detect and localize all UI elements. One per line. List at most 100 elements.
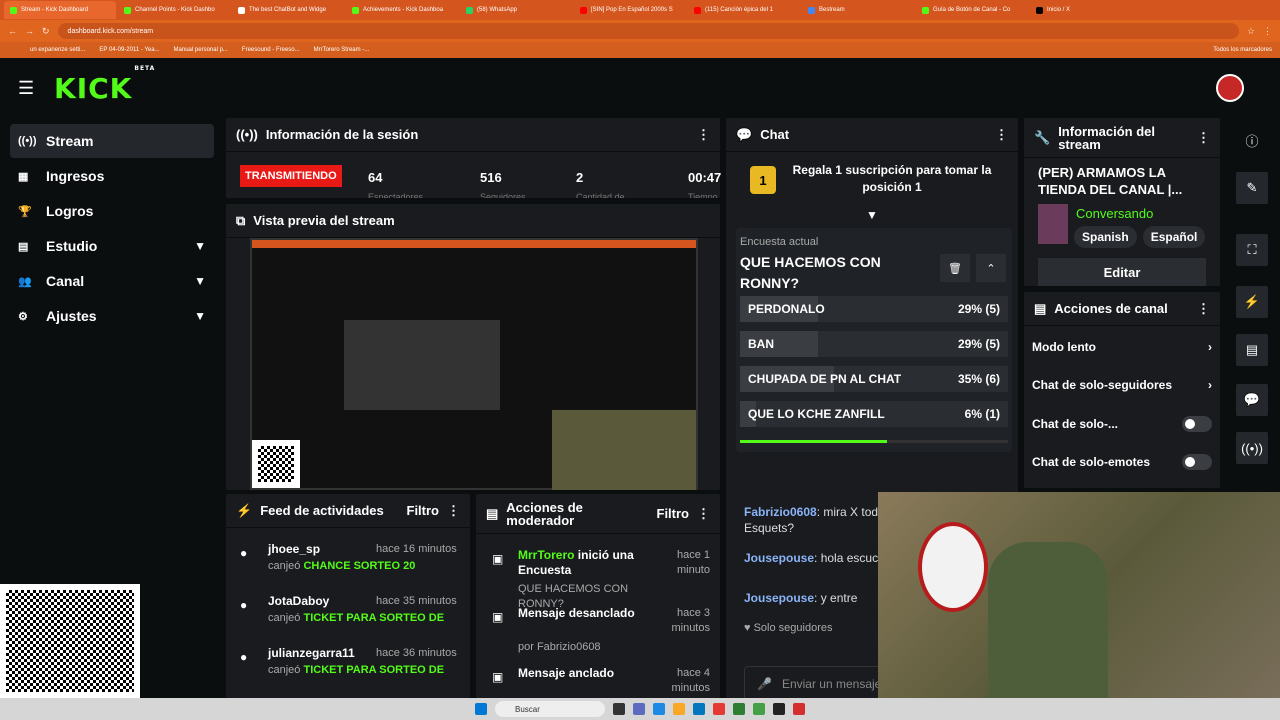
toggle-switch[interactable] bbox=[1182, 454, 1212, 470]
channel-action-item[interactable]: Chat de solo-seguidores › bbox=[1032, 378, 1212, 392]
chevron-down-icon[interactable]: ▼ bbox=[194, 239, 206, 253]
bookmark-item[interactable]: EP 04-09-2011 - Yea... bbox=[99, 47, 159, 53]
tag-chip[interactable]: Spanish bbox=[1074, 226, 1137, 248]
app-icon[interactable] bbox=[633, 703, 645, 715]
taskbar-search[interactable]: Buscar bbox=[495, 701, 605, 717]
bolt-icon[interactable]: ⚡ bbox=[1236, 286, 1268, 318]
channel-action-item[interactable]: Modo lento › bbox=[1032, 340, 1212, 354]
edit-button[interactable]: Editar bbox=[1038, 258, 1206, 286]
browser-tab[interactable]: Channel Points - Kick Dashbo bbox=[118, 1, 230, 19]
windows-start-icon[interactable] bbox=[475, 703, 487, 715]
broadcast-icon[interactable]: ((•)) bbox=[1236, 432, 1268, 464]
mod-filter-button[interactable]: Filtro bbox=[657, 506, 690, 521]
activity-time: hace 35 minutos bbox=[376, 595, 457, 607]
sidebar-item-logros[interactable]: 🏆 Logros bbox=[10, 194, 214, 228]
chevron-right-icon[interactable]: › bbox=[1208, 378, 1212, 392]
sidebar-item-label: Stream bbox=[46, 133, 94, 149]
poll-option-label: CHUPADA DE PN AL CHAT bbox=[748, 372, 902, 386]
more-icon[interactable]: ⋮ bbox=[995, 127, 1008, 143]
chat-bubble-icon[interactable]: 💬 bbox=[1236, 384, 1268, 416]
category-link[interactable]: Conversando bbox=[1076, 206, 1153, 221]
document-icon[interactable]: ▤ bbox=[1236, 334, 1268, 366]
studio-icon: ▤ bbox=[18, 240, 29, 253]
chevron-down-icon[interactable]: ▼ bbox=[194, 274, 206, 288]
back-icon[interactable]: ← bbox=[8, 26, 17, 36]
tag-chip[interactable]: Español bbox=[1142, 226, 1206, 248]
browser-tab[interactable]: Achievements - Kick Dashboa bbox=[346, 1, 458, 19]
browser-tab-bar: Stream - Kick Dashboard Channel Points - … bbox=[0, 0, 1280, 20]
browser-tab[interactable]: Bestream bbox=[802, 1, 914, 19]
browser-tab[interactable]: [SIN] Pop En Español 2000s S bbox=[574, 1, 686, 19]
more-icon[interactable]: ⋮ bbox=[1197, 301, 1210, 317]
star-icon[interactable]: ☆ bbox=[1247, 26, 1255, 37]
sidebar-item-ajustes[interactable]: ⚙ Ajustes ▼ bbox=[10, 299, 214, 333]
store-icon[interactable] bbox=[693, 703, 705, 715]
bookmark-item[interactable]: un expanenze setti... bbox=[30, 47, 85, 53]
bookmarks-bar: un expanenze setti... EP 04-09-2011 - Yea… bbox=[0, 42, 1280, 58]
url-field[interactable]: dashboard.kick.com/stream bbox=[57, 23, 1239, 39]
reload-icon[interactable]: ↻ bbox=[42, 26, 50, 37]
bookmark-item[interactable]: Manual personal p... bbox=[174, 47, 228, 53]
chrome-icon[interactable] bbox=[713, 703, 725, 715]
menu-icon[interactable]: ⋮ bbox=[1263, 26, 1272, 37]
bookmark-item[interactable]: MrrTorero Stream -... bbox=[314, 47, 370, 53]
bolt-icon: ⚡ bbox=[236, 502, 253, 518]
chat-username[interactable]: Jousepouse bbox=[744, 551, 814, 565]
chevron-down-icon[interactable]: ▼ bbox=[194, 309, 206, 323]
activity-user[interactable]: JotaDaboy bbox=[268, 594, 329, 609]
app-icon[interactable] bbox=[793, 703, 805, 715]
channel-action-item[interactable]: Chat de solo-... bbox=[1032, 416, 1212, 432]
poll-question: QUE HACEMOS CON RONNY? bbox=[740, 254, 881, 291]
kick-logo[interactable]: KICKBETA bbox=[54, 65, 154, 105]
chat-username[interactable]: Jousepouse bbox=[744, 591, 814, 605]
more-icon[interactable]: ⋮ bbox=[1197, 130, 1210, 146]
pencil-icon[interactable]: ✎ bbox=[1236, 172, 1268, 204]
favicon-icon bbox=[1036, 6, 1043, 14]
browser-tab[interactable]: (58) WhatsApp bbox=[460, 1, 572, 19]
edge-icon[interactable] bbox=[653, 703, 665, 715]
more-icon[interactable]: ⋮ bbox=[697, 127, 710, 143]
more-icon[interactable]: ⋮ bbox=[697, 506, 710, 522]
app-icon[interactable] bbox=[753, 703, 765, 715]
forward-icon[interactable]: → bbox=[25, 26, 34, 36]
all-bookmarks-link[interactable]: Todos los marcadores bbox=[1213, 47, 1272, 53]
browser-tab[interactable]: (115) Canción épica del 1 bbox=[688, 1, 800, 19]
stream-preview-video[interactable] bbox=[250, 238, 698, 490]
toggle-switch[interactable] bbox=[1182, 416, 1212, 432]
bookmark-item[interactable]: Freesound - Freeso... bbox=[242, 47, 300, 53]
poll-card: Encuesta actual QUE HACEMOS CON RONNY? 🗑… bbox=[736, 228, 1012, 452]
folder-icon[interactable] bbox=[673, 703, 685, 715]
more-icon[interactable]: ⋮ bbox=[447, 503, 460, 519]
activity-filter-button[interactable]: Filtro bbox=[407, 503, 440, 518]
browser-tab[interactable]: Inicio / X bbox=[1030, 1, 1142, 19]
fullscreen-icon[interactable]: ⛶ bbox=[1236, 234, 1268, 266]
chart-icon: ▦ bbox=[18, 170, 29, 183]
filter-icon[interactable]: ▼ bbox=[866, 208, 878, 222]
info-icon[interactable]: ⓘ bbox=[1236, 124, 1268, 156]
collapse-icon[interactable]: ⌃ bbox=[976, 254, 1006, 282]
channel-action-item[interactable]: Chat de solo-emotes bbox=[1032, 454, 1212, 470]
trash-icon[interactable]: 🗑 bbox=[940, 254, 970, 282]
sidebar-item-estudio[interactable]: ▤ Estudio ▼ bbox=[10, 229, 214, 263]
sidebar-item-canal[interactable]: 👥 Canal ▼ bbox=[10, 264, 214, 298]
sidebar-item-stream[interactable]: ((•)) Stream bbox=[10, 124, 214, 158]
chevron-right-icon[interactable]: › bbox=[1208, 340, 1212, 354]
excel-icon[interactable] bbox=[733, 703, 745, 715]
mic-icon[interactable]: 🎤 bbox=[757, 677, 772, 691]
activity-user[interactable]: julianzegarra11 bbox=[268, 646, 355, 661]
activity-user[interactable]: jhoee_sp bbox=[268, 542, 320, 557]
mod-user[interactable]: MrrTorero bbox=[518, 548, 574, 562]
browser-tab[interactable]: Guía de Botón de Canal - Co bbox=[916, 1, 1028, 19]
browser-tab[interactable]: Stream - Kick Dashboard bbox=[4, 1, 116, 19]
user-avatar[interactable] bbox=[1216, 74, 1244, 102]
gift-sub-banner[interactable]: Regala 1 suscripción para tomar la posic… bbox=[790, 162, 994, 196]
stat-value: 2 bbox=[576, 170, 584, 185]
chat-username[interactable]: Fabrizio0608 bbox=[744, 505, 817, 519]
sidebar-item-ingresos[interactable]: ▦ Ingresos bbox=[10, 159, 214, 193]
obs-icon[interactable] bbox=[773, 703, 785, 715]
hamburger-icon[interactable]: ☰ bbox=[18, 78, 34, 99]
browser-tab[interactable]: The best ChatBot and Widge bbox=[232, 1, 344, 19]
poll-option-result: 35% (6) bbox=[957, 372, 1000, 386]
favicon-icon bbox=[124, 6, 131, 14]
app-icon[interactable] bbox=[613, 703, 625, 715]
